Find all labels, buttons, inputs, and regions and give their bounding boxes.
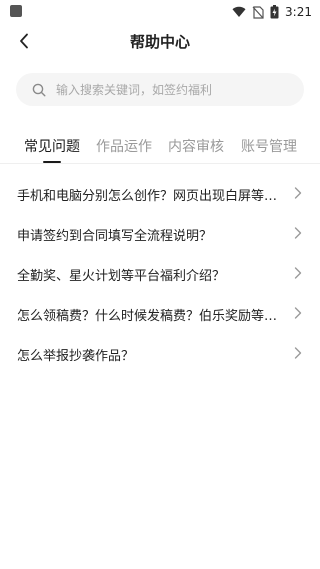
notification-app-icon: [10, 5, 22, 17]
tab-account-management[interactable]: 账号管理: [241, 136, 297, 156]
faq-item[interactable]: 手机和电脑分别怎么创作？网页出现白屏等问题怎么办？: [0, 173, 320, 213]
faq-item[interactable]: 申请签约到合同填写全流程说明？: [0, 213, 320, 253]
battery-charging-icon: [270, 5, 279, 19]
status-bar: 3:21: [0, 0, 320, 24]
category-tabs: 常见问题 作品运作 内容审核 账号管理: [0, 130, 320, 163]
header: 帮助中心: [0, 24, 320, 58]
faq-question: 怎么领稿费？什么时候发稿费？伯乐奖励等什么时候发放？: [17, 309, 285, 324]
tab-content-review[interactable]: 内容审核: [168, 136, 224, 156]
faq-question: 全勤奖、星火计划等平台福利介绍？: [17, 269, 226, 284]
search-placeholder: 输入搜索关键词，如签约福利: [56, 83, 213, 97]
chevron-right-icon: [294, 267, 302, 279]
wifi-icon: [232, 6, 246, 18]
chevron-right-icon: [294, 187, 302, 199]
faq-item[interactable]: 全勤奖、星火计划等平台福利介绍？: [0, 253, 320, 293]
search-icon: [32, 83, 46, 97]
tab-faq[interactable]: 常见问题: [24, 136, 80, 156]
no-sim-icon: [252, 5, 264, 19]
faq-question: 怎么举报抄袭作品？: [17, 349, 135, 364]
tabs-divider: [0, 163, 320, 164]
chevron-right-icon: [294, 347, 302, 359]
status-time: 3:21: [285, 5, 312, 19]
faq-question: 申请签约到合同填写全流程说明？: [17, 229, 213, 244]
faq-list: 手机和电脑分别怎么创作？网页出现白屏等问题怎么办？ 申请签约到合同填写全流程说明…: [0, 173, 320, 373]
faq-item[interactable]: 怎么领稿费？什么时候发稿费？伯乐奖励等什么时候发放？: [0, 293, 320, 333]
page-title: 帮助中心: [129, 33, 190, 51]
faq-question: 手机和电脑分别怎么创作？网页出现白屏等问题怎么办？: [17, 189, 285, 204]
faq-item[interactable]: 怎么举报抄袭作品？: [0, 333, 320, 373]
search-input[interactable]: 输入搜索关键词，如签约福利: [16, 73, 304, 106]
chevron-right-icon: [294, 307, 302, 319]
tab-works-operation[interactable]: 作品运作: [96, 136, 152, 156]
status-icons: 3:21: [232, 3, 312, 21]
chevron-right-icon: [294, 227, 302, 239]
